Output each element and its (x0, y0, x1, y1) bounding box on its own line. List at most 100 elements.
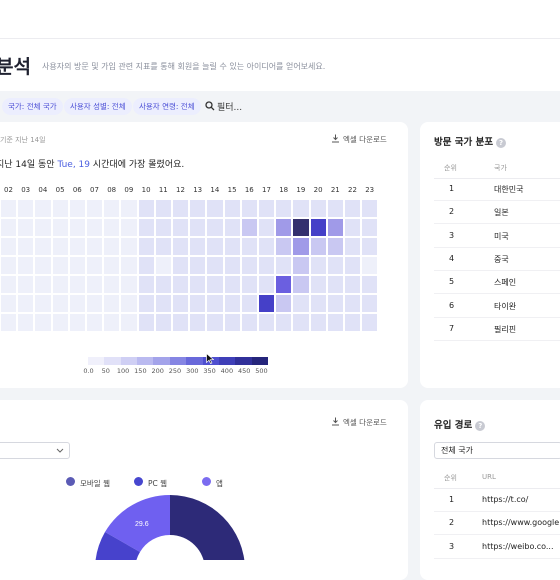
heatmap-cell[interactable] (223, 313, 241, 332)
country-row[interactable]: 6 타이완 (434, 294, 560, 318)
heatmap-cell[interactable] (137, 256, 155, 275)
heatmap-cell[interactable] (51, 237, 69, 256)
heatmap-cell[interactable] (172, 256, 190, 275)
heatmap-cell[interactable] (172, 313, 190, 332)
heatmap-cell[interactable] (206, 218, 224, 237)
heatmap-cell[interactable] (137, 313, 155, 332)
heatmap-cell[interactable] (172, 218, 190, 237)
heatmap-cell[interactable] (154, 275, 172, 294)
heatmap-cell[interactable] (103, 237, 121, 256)
country-row[interactable]: 5 스페인 (434, 270, 560, 295)
referrer-row[interactable]: 2 https://www.google.c... (434, 511, 560, 536)
heatmap-cell[interactable] (137, 294, 155, 313)
heatmap-cell[interactable] (309, 199, 327, 218)
heatmap-cell[interactable] (103, 313, 121, 332)
heatmap-cell[interactable] (223, 294, 241, 313)
excel-download-button[interactable]: 엑셀 다운로드 (331, 134, 387, 145)
heatmap-cell[interactable] (206, 313, 224, 332)
heatmap-cell[interactable] (258, 199, 276, 218)
heatmap-cell[interactable] (68, 313, 86, 332)
heatmap-cell[interactable] (103, 199, 121, 218)
heatmap-cell[interactable] (34, 294, 52, 313)
heatmap-cell[interactable] (258, 294, 276, 313)
heatmap-cell[interactable] (154, 256, 172, 275)
heatmap-cell[interactable] (86, 313, 104, 332)
heatmap-cell[interactable] (326, 218, 344, 237)
heatmap-cell[interactable] (206, 199, 224, 218)
heatmap-cell[interactable] (292, 256, 310, 275)
heatmap-cell[interactable] (120, 294, 138, 313)
heatmap-cell[interactable] (103, 275, 121, 294)
heatmap-cell[interactable] (344, 256, 362, 275)
heatmap-cell[interactable] (189, 294, 207, 313)
heatmap-cell[interactable] (258, 218, 276, 237)
heatmap-cell[interactable] (68, 237, 86, 256)
heatmap-cell[interactable] (275, 237, 293, 256)
heatmap-cell[interactable] (137, 237, 155, 256)
heatmap-cell[interactable] (326, 256, 344, 275)
heatmap-cell[interactable] (120, 218, 138, 237)
heatmap-cell[interactable] (223, 275, 241, 294)
heatmap-cell[interactable] (223, 256, 241, 275)
heatmap-cell[interactable] (326, 294, 344, 313)
heatmap-cell[interactable] (86, 275, 104, 294)
heatmap-cell[interactable] (309, 218, 327, 237)
heatmap-cell[interactable] (258, 237, 276, 256)
heatmap-cell[interactable] (275, 199, 293, 218)
country-row[interactable]: 4 중국 (434, 247, 560, 271)
heatmap-cell[interactable] (206, 294, 224, 313)
heatmap-cell[interactable] (51, 218, 69, 237)
heatmap-cell[interactable] (189, 313, 207, 332)
heatmap-cell[interactable] (275, 218, 293, 237)
heatmap-cell[interactable] (86, 199, 104, 218)
heatmap-cell[interactable] (344, 275, 362, 294)
heatmap-cell[interactable] (361, 218, 379, 237)
heatmap-cell[interactable] (344, 294, 362, 313)
heatmap-cell[interactable] (292, 199, 310, 218)
heatmap-cell[interactable] (120, 275, 138, 294)
heatmap-cell[interactable] (103, 294, 121, 313)
heatmap-cell[interactable] (309, 275, 327, 294)
heatmap-cell[interactable] (344, 218, 362, 237)
heatmap-cell[interactable] (292, 313, 310, 332)
heatmap-cell[interactable] (120, 237, 138, 256)
heatmap-cell[interactable] (309, 313, 327, 332)
heatmap-cell[interactable] (275, 275, 293, 294)
heatmap-cell[interactable] (275, 294, 293, 313)
heatmap-cell[interactable] (120, 256, 138, 275)
help-icon[interactable]: ? (496, 137, 507, 148)
country-row[interactable]: 1 대한민국 (434, 177, 560, 201)
heatmap-cell[interactable] (68, 256, 86, 275)
heatmap-cell[interactable] (172, 199, 190, 218)
heatmap-cell[interactable] (17, 256, 35, 275)
heatmap-cell[interactable] (0, 256, 18, 275)
heatmap-cell[interactable] (240, 275, 258, 294)
heatmap-cell[interactable] (240, 313, 258, 332)
heatmap-cell[interactable] (361, 313, 379, 332)
heatmap-cell[interactable] (361, 294, 379, 313)
heatmap-cell[interactable] (0, 313, 18, 332)
country-row[interactable]: 7 필리핀 (434, 317, 560, 341)
heatmap-cell[interactable] (292, 237, 310, 256)
heatmap-cell[interactable] (154, 199, 172, 218)
heatmap-cell[interactable] (68, 218, 86, 237)
heatmap-cell[interactable] (223, 237, 241, 256)
heatmap-cell[interactable] (86, 218, 104, 237)
heatmap-cell[interactable] (275, 256, 293, 275)
filter-chip-age[interactable]: 사용자 연령: 전체 (133, 98, 201, 115)
heatmap-cell[interactable] (344, 313, 362, 332)
heatmap-cell[interactable] (0, 275, 18, 294)
filter-add-button[interactable]: 필터... (205, 100, 242, 113)
filter-chip-gender[interactable]: 사용자 성별: 전체 (64, 98, 132, 115)
heatmap-cell[interactable] (189, 237, 207, 256)
heatmap-cell[interactable] (34, 218, 52, 237)
heatmap-cell[interactable] (120, 313, 138, 332)
heatmap-cell[interactable] (51, 199, 69, 218)
heatmap-cell[interactable] (103, 256, 121, 275)
heatmap-cell[interactable] (189, 256, 207, 275)
heatmap-cell[interactable] (223, 218, 241, 237)
heatmap-cell[interactable] (292, 294, 310, 313)
heatmap-cell[interactable] (292, 218, 310, 237)
heatmap-cell[interactable] (309, 294, 327, 313)
heatmap-cell[interactable] (34, 199, 52, 218)
